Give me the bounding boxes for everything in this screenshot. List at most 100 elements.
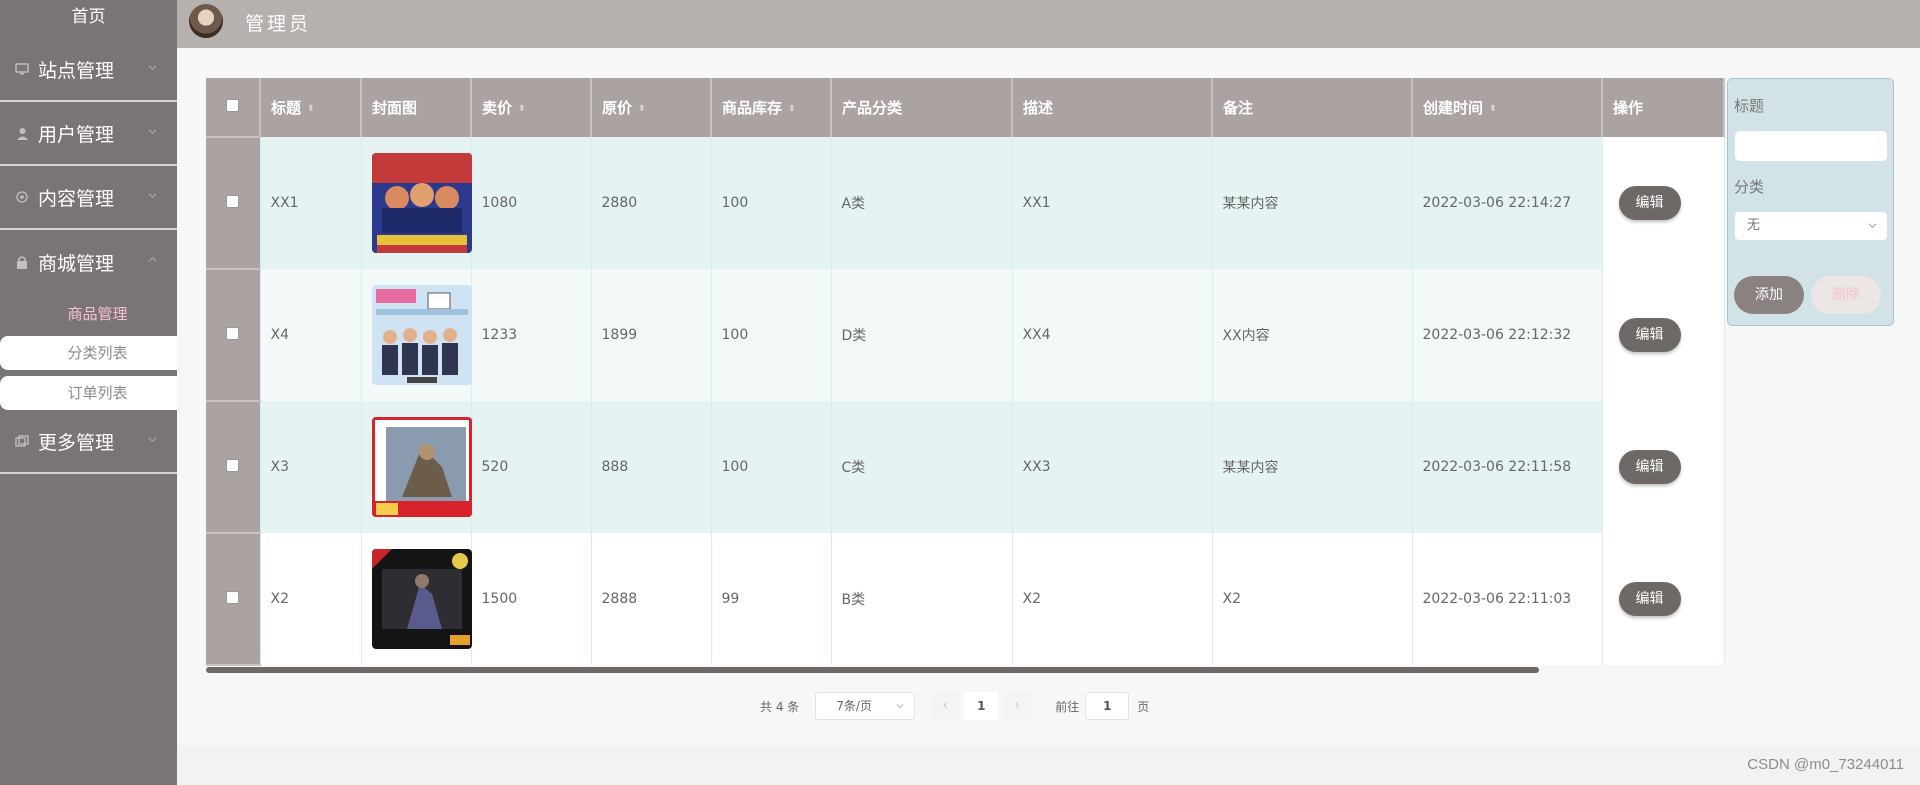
select-all-checkbox-cell[interactable] <box>206 78 261 138</box>
sidebar-item-content[interactable]: 内容管理 <box>0 166 177 230</box>
sort-icon[interactable]: ⬍ <box>788 104 796 114</box>
sort-icon[interactable]: ⬍ <box>638 104 646 114</box>
admin-name: 管理员 <box>245 13 312 35</box>
cover-image[interactable] <box>371 153 472 253</box>
edit-button[interactable]: 编辑 <box>1618 318 1681 352</box>
add-button[interactable]: 添加 <box>1734 276 1804 314</box>
cell-cover <box>361 533 472 665</box>
cell-category: B类 <box>831 533 1013 665</box>
current-page-button[interactable]: 1 <box>964 692 999 720</box>
col-header-action: 操作 <box>1602 78 1725 137</box>
filter-panel: 标题 分类 无 添加 删除 <box>1727 78 1894 326</box>
edit-button[interactable]: 编辑 <box>1618 582 1681 616</box>
row-checkbox-cell[interactable] <box>206 401 261 534</box>
row-checkbox[interactable] <box>226 326 240 340</box>
category-select-value: 无 <box>1747 218 1761 233</box>
cell-price: 1500 <box>471 533 592 665</box>
prev-page-button[interactable]: ‹ <box>931 692 960 720</box>
goto-suffix: 页 <box>1137 699 1150 714</box>
chevron-down-icon <box>148 437 157 443</box>
watermark: CSDN @m0_73244011 <box>1747 756 1904 773</box>
table-row: X3 520 888 100 C类 XX3 某某内容 2022-03-06 22… <box>206 401 1725 534</box>
cell-original-price: 888 <box>591 401 712 533</box>
row-checkbox[interactable] <box>226 194 240 208</box>
row-checkbox-cell[interactable] <box>206 533 261 666</box>
col-header-created[interactable]: 创建时间 ⬍ <box>1412 78 1603 137</box>
cell-description: X2 <box>1012 533 1213 665</box>
lock-icon <box>14 255 30 269</box>
copy-icon <box>14 434 30 448</box>
cell-action: 编辑 <box>1602 401 1725 533</box>
product-table: 标题 ⬍ 封面图 卖价 ⬍ 原价 ⬍ 商品库存 ⬍ 产品分类 描述 备注 创建时间 ⬍ 操… <box>206 78 1725 673</box>
top-header: 管理员 <box>177 0 1920 48</box>
pagination: 共 4 条 7条/页 ‹ 1 › 前往 1 页 <box>760 690 1149 722</box>
cell-created: 2022-03-06 22:11:58 <box>1412 401 1603 533</box>
cell-category: C类 <box>831 401 1013 533</box>
cell-created: 2022-03-06 22:12:32 <box>1412 269 1603 401</box>
row-checkbox[interactable] <box>226 458 240 472</box>
cell-stock: 100 <box>711 269 832 401</box>
delete-button[interactable]: 删除 <box>1811 276 1881 314</box>
cell-title: XX1 <box>260 137 362 269</box>
row-checkbox[interactable] <box>226 590 240 604</box>
page-size-select[interactable]: 7条/页 <box>815 692 916 720</box>
cover-image[interactable] <box>371 417 472 517</box>
row-checkbox-cell[interactable] <box>206 269 261 402</box>
edit-button[interactable]: 编辑 <box>1618 186 1681 220</box>
sidebar-item-more[interactable]: 更多管理 <box>0 410 177 474</box>
sort-icon[interactable]: ⬍ <box>307 104 315 114</box>
submenu-product-manage[interactable]: 商品管理 <box>0 294 177 334</box>
col-header-cover: 封面图 <box>361 78 472 137</box>
cell-action: 编辑 <box>1602 533 1725 665</box>
sidebar-item-label: 用户管理 <box>38 123 115 146</box>
select-all-checkbox[interactable] <box>226 99 239 112</box>
cell-title: X4 <box>260 269 362 401</box>
user-icon <box>14 126 30 140</box>
sidebar-item-label: 更多管理 <box>38 431 115 454</box>
cell-original-price: 2888 <box>591 533 712 665</box>
horizontal-scrollbar[interactable] <box>206 667 1539 673</box>
chevron-down-icon <box>148 193 157 199</box>
next-page-button[interactable]: › <box>1003 692 1032 720</box>
cell-created: 2022-03-06 22:14:27 <box>1412 137 1603 269</box>
chevron-down-icon <box>1868 223 1877 229</box>
title-filter-input[interactable] <box>1735 131 1887 161</box>
cell-stock: 100 <box>711 401 832 533</box>
table-row: XX1 1080 2880 100 A类 XX1 某某内容 2022-03-06… <box>206 137 1725 270</box>
col-header-price[interactable]: 卖价 ⬍ <box>471 78 592 137</box>
sidebar-home[interactable]: 首页 <box>0 0 177 38</box>
col-header-original-price[interactable]: 原价 ⬍ <box>591 78 712 137</box>
submenu-item-order-list[interactable]: 订单列表 <box>0 376 177 410</box>
cover-image[interactable] <box>371 549 472 649</box>
avatar[interactable] <box>189 4 223 38</box>
sidebar-item-mall[interactable]: 商城管理 <box>0 230 177 294</box>
sort-icon[interactable]: ⬍ <box>518 104 526 114</box>
sort-icon[interactable]: ⬍ <box>1489 104 1497 114</box>
sidebar-item-label: 内容管理 <box>38 187 115 210</box>
cell-description: XX4 <box>1012 269 1213 401</box>
sidebar-item-label: 站点管理 <box>38 59 115 82</box>
cell-description: XX1 <box>1012 137 1213 269</box>
table-row: X4 1233 1899 100 D类 XX4 XX内容 2022-03-06 … <box>206 269 1725 402</box>
cell-created: 2022-03-06 22:11:03 <box>1412 533 1603 665</box>
cover-image[interactable] <box>371 285 472 385</box>
edit-button[interactable]: 编辑 <box>1618 450 1681 484</box>
sidebar-item-label: 商城管理 <box>38 252 115 275</box>
pagination-total: 共 4 条 <box>760 699 800 714</box>
col-header-stock[interactable]: 商品库存 ⬍ <box>711 78 832 137</box>
chevron-down-icon <box>148 129 157 135</box>
goto-label: 前往 <box>1055 699 1080 714</box>
submenu-item-category-list[interactable]: 分类列表 <box>0 336 177 370</box>
goto-page-input[interactable]: 1 <box>1085 692 1130 720</box>
cell-category: A类 <box>831 137 1013 269</box>
sidebar-item-site[interactable]: 站点管理 <box>0 38 177 102</box>
sidebar-item-users[interactable]: 用户管理 <box>0 102 177 166</box>
row-checkbox-cell[interactable] <box>206 137 261 270</box>
cell-cover <box>361 269 472 401</box>
cell-cover <box>361 401 472 533</box>
col-header-category: 产品分类 <box>831 78 1013 137</box>
category-select[interactable]: 无 <box>1735 212 1887 240</box>
cell-title: X2 <box>260 533 362 665</box>
col-header-title[interactable]: 标题 ⬍ <box>260 78 362 137</box>
cell-stock: 100 <box>711 137 832 269</box>
